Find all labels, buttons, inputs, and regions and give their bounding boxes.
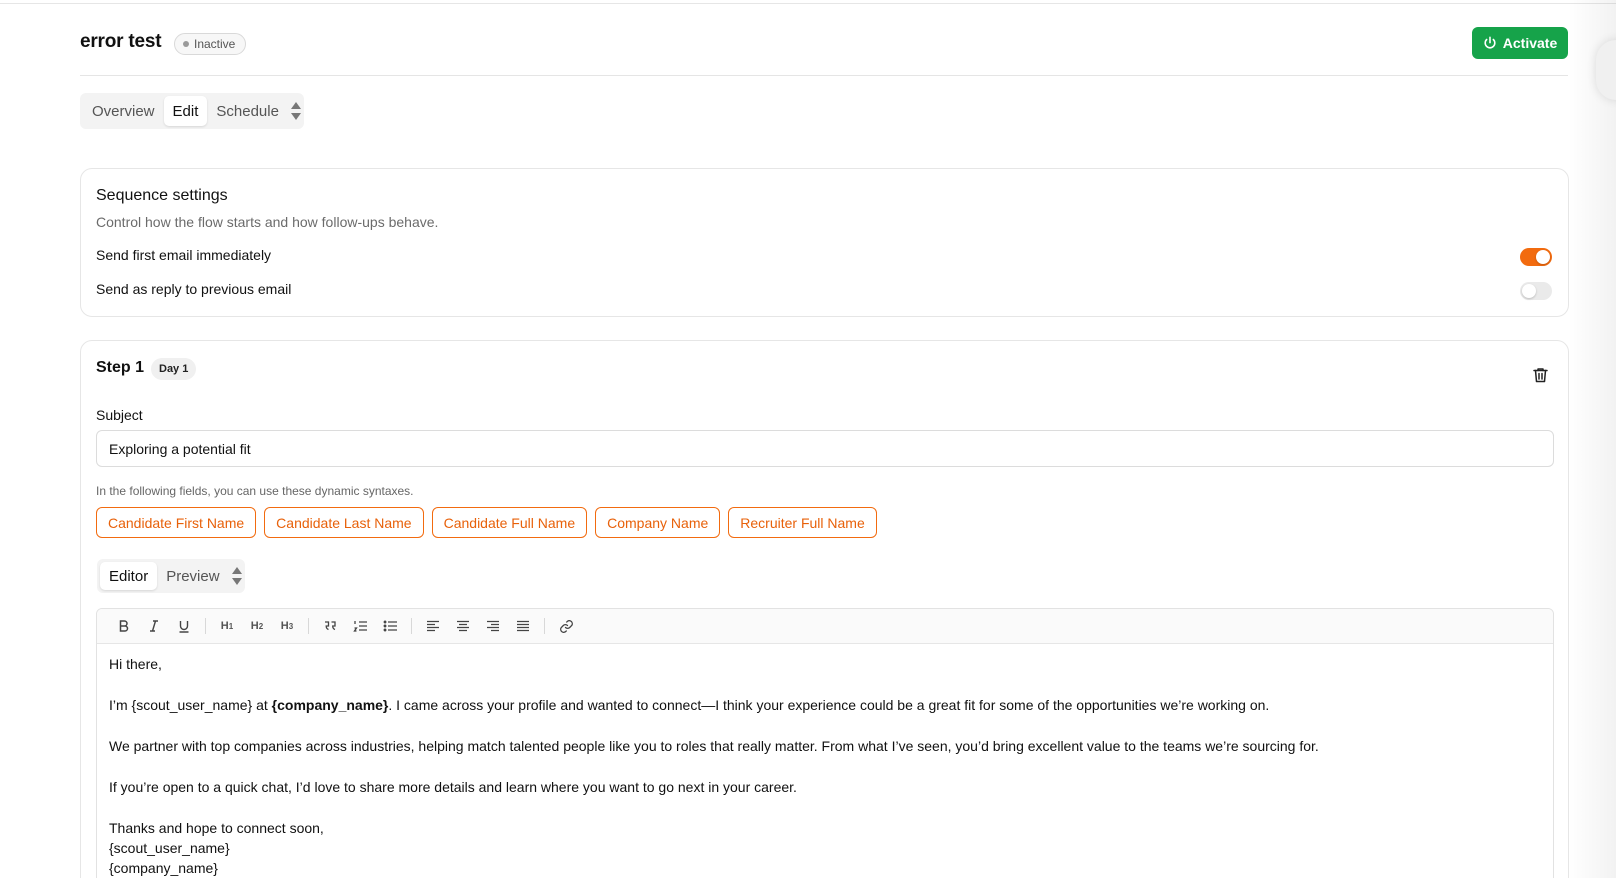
tab-overview[interactable]: Overview	[83, 96, 164, 126]
subject-input[interactable]	[96, 430, 1554, 467]
arrow-up-icon[interactable]	[290, 102, 301, 109]
toggle-knob	[1522, 284, 1536, 298]
step-card: Step 1 Day 1 Subject In the following fi…	[80, 340, 1569, 878]
bold-icon[interactable]	[111, 613, 137, 639]
editor-tabs: Editor Preview	[97, 559, 245, 593]
heading-2-icon[interactable]: H2	[244, 613, 270, 639]
step-title: Step 1	[96, 359, 145, 376]
align-center-icon[interactable]	[450, 613, 476, 639]
settings-title: Sequence settings	[96, 187, 228, 204]
toggle-knob	[1536, 250, 1550, 264]
dynamic-syntax-chips: Candidate First Name Candidate Last Name…	[96, 507, 877, 538]
status-dot-icon	[183, 41, 189, 47]
page-header: error test Inactive Activate	[80, 26, 1568, 76]
blockquote-icon[interactable]	[317, 613, 343, 639]
day-badge: Day 1	[151, 358, 197, 380]
trash-icon	[1532, 368, 1548, 383]
status-label: Inactive	[194, 37, 236, 51]
heading-3-icon[interactable]: H3	[274, 613, 300, 639]
body-paragraph-3: If you’re open to a quick chat, I’d love…	[109, 779, 797, 795]
side-panel-shadow	[1568, 0, 1616, 878]
editor-tab-stepper[interactable]	[231, 567, 242, 585]
body-signoff: Thanks and hope to connect soon,	[109, 820, 324, 836]
delete-step-button[interactable]	[1530, 365, 1550, 385]
chip-candidate-full-name[interactable]: Candidate Full Name	[431, 507, 588, 538]
arrow-down-icon[interactable]	[231, 578, 242, 585]
chip-recruiter-full-name[interactable]: Recruiter Full Name	[728, 507, 877, 538]
tab-schedule[interactable]: Schedule	[207, 96, 288, 126]
bullet-list-icon[interactable]	[377, 613, 403, 639]
editor-toolbar: H1 H2 H3	[97, 609, 1553, 644]
chip-candidate-first-name[interactable]: Candidate First Name	[96, 507, 257, 538]
align-justify-icon[interactable]	[510, 613, 536, 639]
send-immediately-label: Send first email immediately	[96, 247, 272, 263]
power-icon	[1484, 36, 1496, 49]
tab-edit[interactable]: Edit	[163, 96, 208, 126]
chip-company-name[interactable]: Company Name	[595, 507, 721, 538]
body-paragraph-1: I’m {scout_user_name} at {company_name}.…	[109, 697, 1270, 713]
arrow-up-icon[interactable]	[231, 567, 242, 574]
top-divider	[0, 3, 1616, 4]
toolbar-divider	[308, 618, 309, 634]
heading-1-icon[interactable]: H1	[214, 613, 240, 639]
align-right-icon[interactable]	[480, 613, 506, 639]
send-as-reply-label: Send as reply to previous email	[96, 281, 292, 297]
align-left-icon[interactable]	[420, 613, 446, 639]
body-signature-company: {company_name}	[109, 860, 218, 876]
sequence-settings-card: Sequence settings Control how the flow s…	[80, 168, 1569, 317]
subject-label: Subject	[96, 407, 143, 423]
activate-label: Activate	[1502, 35, 1558, 51]
status-badge: Inactive	[174, 33, 247, 55]
dynamic-syntax-hint: In the following fields, you can use the…	[96, 484, 414, 498]
toolbar-divider	[205, 618, 206, 634]
send-immediately-toggle[interactable]	[1520, 248, 1552, 266]
side-panel-handle[interactable]	[1596, 40, 1616, 100]
company-name-token: {company_name}	[271, 697, 389, 713]
body-paragraph-2: We partner with top companies across ind…	[109, 738, 1319, 754]
toolbar-divider	[411, 618, 412, 634]
main-tabs: Overview Edit Schedule	[80, 93, 304, 129]
rich-text-editor: H1 H2 H3 Hi there, I’m {scout_user_name}…	[96, 608, 1554, 878]
link-icon[interactable]	[553, 613, 579, 639]
tab-editor[interactable]: Editor	[100, 562, 158, 590]
body-greeting: Hi there,	[109, 656, 162, 672]
send-as-reply-toggle[interactable]	[1520, 282, 1552, 300]
italic-icon[interactable]	[141, 613, 167, 639]
toolbar-divider	[544, 618, 545, 634]
editor-content[interactable]: Hi there, I’m {scout_user_name} at {comp…	[97, 644, 1553, 878]
ordered-list-icon[interactable]	[347, 613, 373, 639]
arrow-down-icon[interactable]	[290, 113, 301, 120]
chip-candidate-last-name[interactable]: Candidate Last Name	[264, 507, 424, 538]
tab-preview[interactable]: Preview	[157, 562, 228, 590]
underline-icon[interactable]	[171, 613, 197, 639]
tab-scroll-stepper[interactable]	[290, 102, 301, 120]
body-signature-name: {scout_user_name}	[109, 840, 230, 856]
settings-description: Control how the flow starts and how foll…	[96, 214, 439, 230]
activate-button[interactable]: Activate	[1472, 27, 1568, 59]
page-title: error test	[80, 31, 162, 52]
